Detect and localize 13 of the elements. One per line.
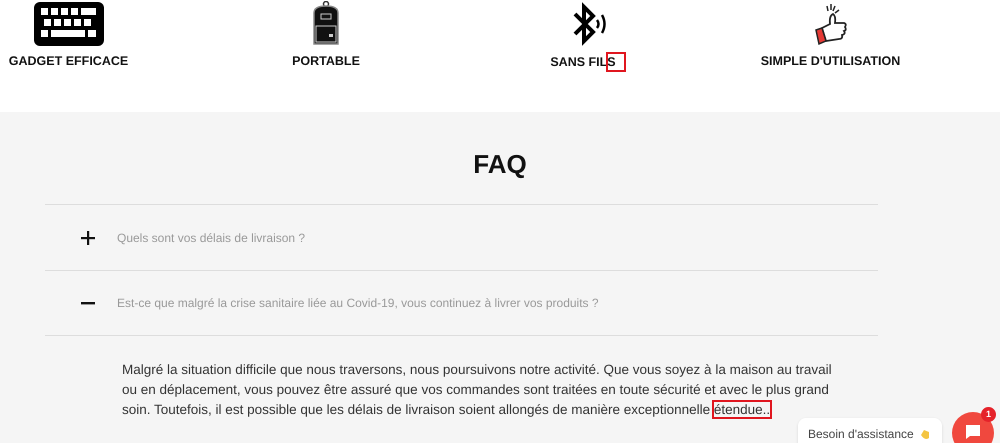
chat-prompt[interactable]: Besoin d'assistance (798, 418, 942, 443)
feature-label: PORTABLE (292, 53, 360, 70)
faq-title: FAQ (472, 148, 528, 180)
faq-question[interactable]: Est-ce que malgré la crise sanitaire liée au Covid-19, vous continuez à livrer vos produits ? (45, 271, 878, 336)
faq-question[interactable]: Quels sont vos délais de livraison ? (45, 205, 878, 270)
answer-text: Malgré la situation difficile que nous traversons, nous poursuivons notre activité. Que vous soyez à la maison au travail ou en déplacement, vous pouvez être assuré que vos commandes sont traitées en toute sécurité et avec le plus grand soin. Toutefois, il est possible que les délais de livraison soient allongés de manière exceptionnelle étendue.. (121, 361, 833, 419)
backpack-icon (311, 1, 341, 46)
feature-label: GADGET EFFICACE (8, 53, 128, 70)
plus-icon (81, 230, 95, 244)
notification-badge: 1 (981, 407, 996, 422)
chat-icon (965, 424, 981, 440)
feature-label: SIMPLE D'UTILISATION (760, 53, 900, 70)
chat-button[interactable] (952, 412, 994, 443)
